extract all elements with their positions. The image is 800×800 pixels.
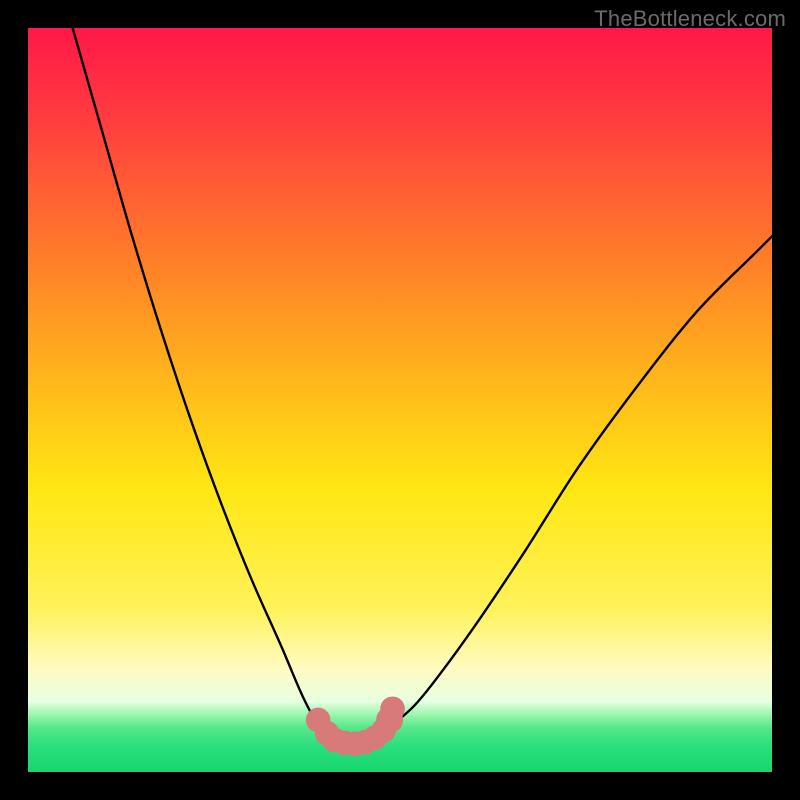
viewport-frame: TheBottleneck.com <box>0 0 800 800</box>
bottleneck-chart <box>28 28 772 772</box>
gradient-background <box>28 28 772 772</box>
valley-marker-dot <box>380 696 405 721</box>
